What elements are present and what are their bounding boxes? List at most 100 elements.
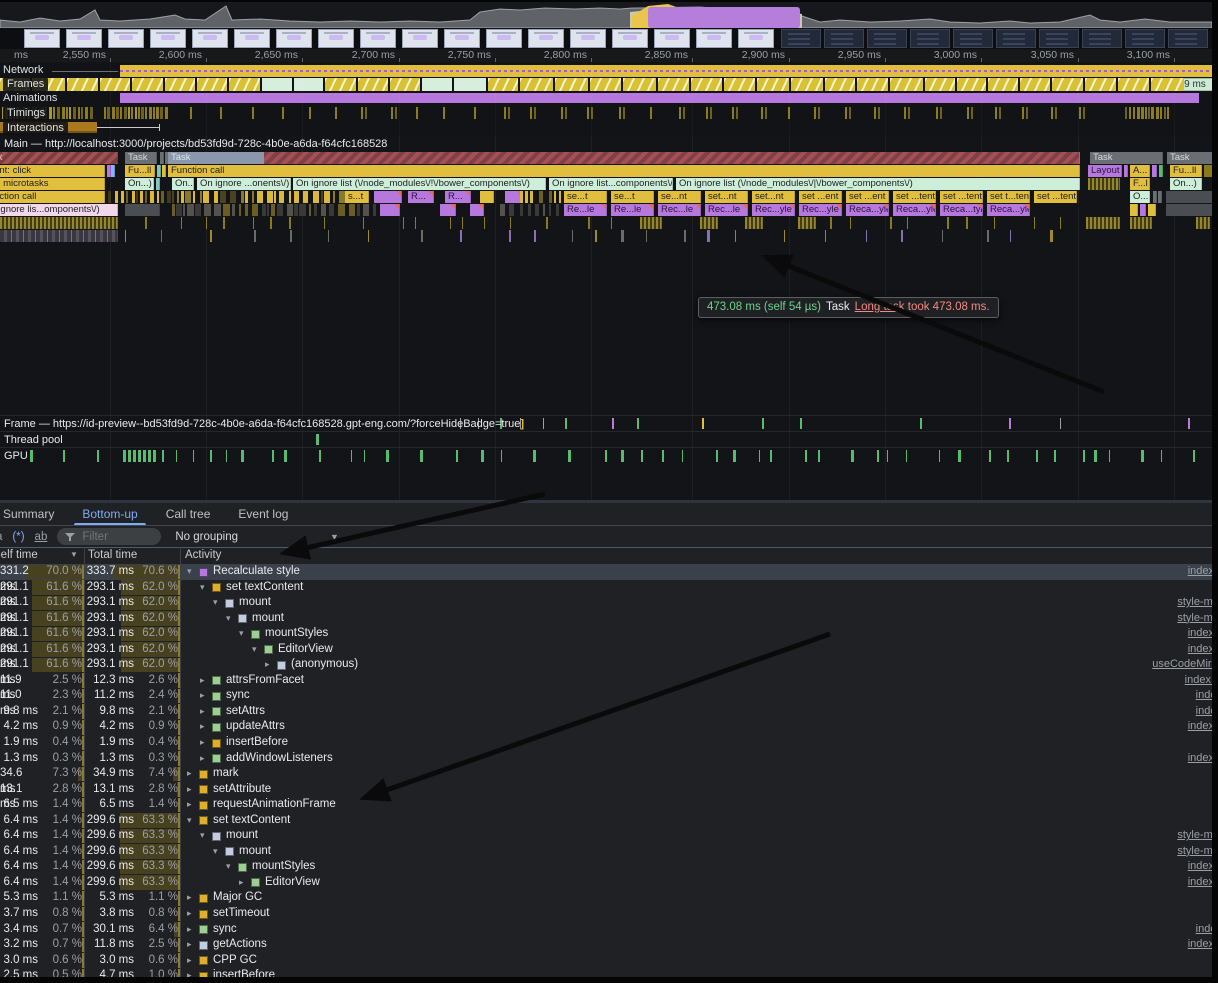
flame-event-set-ent[interactable]: set ...ent [799, 191, 842, 203]
disclosure-triangle-icon[interactable]: ▸ [187, 890, 192, 906]
activity-cell[interactable]: ▸ updateAttrs index.js [181, 719, 1218, 735]
disclosure-triangle-icon[interactable]: ▸ [187, 922, 192, 938]
frame-track-row[interactable]: Frame — https://id-preview--bd53fd9d-728… [0, 415, 1218, 431]
flame-event-r[interactable]: R... [408, 191, 434, 203]
table-row[interactable]: 1.3 ms0.3 % 1.3 ms0.3 % ▸ addWindowListe… [0, 751, 1218, 767]
flame-event-f-l[interactable]: F...l [1130, 178, 1150, 190]
table-row[interactable]: 291.1 ms61.6 % 293.1 ms62.0 % ▾ mount st… [0, 595, 1218, 611]
activity-cell[interactable]: ▾ set textContent [181, 580, 1218, 596]
filmstrip-thumbnail[interactable] [1039, 29, 1079, 48]
flame-event[interactable] [374, 191, 402, 203]
table-row[interactable]: 3.2 ms0.7 % 11.8 ms2.5 % ▸ getActions in… [0, 937, 1218, 953]
frame-tile[interactable] [229, 78, 260, 91]
frame-tile[interactable] [422, 78, 452, 91]
filmstrip-thumbnail[interactable] [612, 29, 648, 48]
disclosure-triangle-icon[interactable]: ▾ [226, 611, 231, 627]
flame-event[interactable] [1088, 178, 1120, 190]
flame-event-re-le[interactable]: Re...le [564, 204, 607, 216]
network-track[interactable]: Network [0, 63, 1218, 77]
frame-tile[interactable] [1118, 78, 1149, 91]
flame-event-reca-yle[interactable]: Reca...yle [846, 204, 889, 216]
frame-tile[interactable] [325, 78, 356, 91]
flame-event-reca-yle[interactable]: Reca...yle [893, 204, 936, 216]
disclosure-triangle-icon[interactable]: ▾ [200, 828, 205, 844]
frame-tile[interactable] [988, 78, 1018, 91]
filmstrip-thumbnail[interactable] [910, 29, 950, 48]
activity-cell[interactable]: ▾ mount style-mod [181, 595, 1218, 611]
timeline-ruler[interactable]: ms 2,550 ms2,600 ms2,650 ms2,700 ms2,750… [0, 49, 1218, 63]
flame-event-rec-le[interactable]: Rec...le [658, 204, 701, 216]
tab-event-log[interactable]: Event log [224, 503, 302, 525]
activity-cell[interactable]: ▾ mountStyles index.js [181, 626, 1218, 642]
filmstrip[interactable] [0, 28, 1218, 49]
activity-cell[interactable]: ▾ set textContent [181, 813, 1218, 829]
activity-cell[interactable]: ▾ mount style-mod [181, 844, 1218, 860]
table-row[interactable]: 6.4 ms1.4 % 299.6 ms63.3 % ▾ mount style… [0, 844, 1218, 860]
table-row[interactable]: 13.1 ms2.8 % 13.1 ms2.8 % ▸ setAttribute [0, 782, 1218, 798]
filmstrip-thumbnail[interactable] [1168, 29, 1208, 48]
filmstrip-thumbnail[interactable] [444, 29, 480, 48]
network-activity-bar[interactable] [120, 65, 1218, 77]
frame-tile[interactable] [757, 78, 789, 91]
column-header-activity[interactable]: Activity [185, 549, 221, 561]
table-row[interactable]: 6.4 ms1.4 % 299.6 ms63.3 % ▸ EditorView … [0, 875, 1218, 891]
column-header-total-time[interactable]: Total time [88, 549, 137, 561]
flame-event-rec-yle[interactable]: Rec...yle [752, 204, 795, 216]
disclosure-triangle-icon[interactable]: ▸ [239, 875, 244, 891]
flame-event-task[interactable]: Task [168, 152, 1080, 164]
tab-summary[interactable]: Summary [0, 503, 68, 525]
filmstrip-thumbnail[interactable] [1082, 29, 1122, 48]
flame-event-r[interactable]: R... [445, 191, 471, 203]
flame-event-fu-ll[interactable]: Fu...ll [1170, 165, 1202, 177]
activity-cell[interactable]: ▸ mark [181, 766, 1218, 782]
frame-tile[interactable] [724, 78, 755, 91]
disclosure-triangle-icon[interactable]: ▸ [200, 751, 205, 767]
frame-tile[interactable] [791, 78, 823, 91]
activity-cell[interactable]: ▸ setAttribute [181, 782, 1218, 798]
frame-tile[interactable] [132, 78, 163, 91]
filmstrip-thumbnail[interactable] [234, 29, 270, 48]
disclosure-triangle-icon[interactable]: ▸ [200, 673, 205, 689]
frame-tile[interactable] [520, 78, 553, 91]
filter-input[interactable] [80, 530, 144, 544]
activity-cell[interactable]: ▸ requestAnimationFrame [181, 797, 1218, 813]
frame-tile[interactable] [358, 78, 388, 91]
activity-cell[interactable]: ▸ sync index. [181, 922, 1218, 938]
flame-event[interactable] [470, 204, 484, 216]
flame-event-reca-yle[interactable]: Reca...yle [987, 204, 1030, 216]
disclosure-triangle-icon[interactable]: ▾ [226, 859, 231, 875]
flame-event-layout[interactable]: Layout [1088, 165, 1122, 177]
activity-cell[interactable]: ▸ EditorView index.js [181, 875, 1218, 891]
flame-event[interactable] [380, 204, 400, 216]
frame-tile[interactable] [488, 78, 518, 91]
table-row[interactable]: 1.9 ms0.4 % 1.9 ms0.4 % ▸ insertBefore [0, 735, 1218, 751]
flame-event[interactable] [1159, 165, 1163, 177]
filmstrip-thumbnail[interactable] [24, 29, 60, 48]
disclosure-triangle-icon[interactable]: ▾ [187, 813, 192, 829]
flame-event-on-ignore-lis-omponents[interactable]: On ignore lis...omponents\/) [0, 204, 118, 216]
disclosure-triangle-icon[interactable]: ▾ [252, 642, 257, 658]
flame-event-re-le[interactable]: Re...le [611, 204, 654, 216]
flame-event-task[interactable]: Task [1167, 152, 1218, 164]
interactions-track[interactable]: Interactions [0, 121, 1218, 135]
filmstrip-thumbnail[interactable] [781, 29, 821, 48]
column-header-self-time[interactable]: Self time [0, 549, 38, 561]
frame-tile[interactable] [658, 78, 689, 91]
flame-event-set-tent[interactable]: set ...tent [893, 191, 936, 203]
filmstrip-thumbnail[interactable] [996, 29, 1036, 48]
table-row[interactable]: 291.1 ms61.6 % 293.1 ms62.0 % ▾ set text… [0, 580, 1218, 596]
filmstrip-thumbnail[interactable] [738, 29, 774, 48]
flame-event-reca-tyle[interactable]: Reca...tyle [940, 204, 983, 216]
flame-event[interactable] [157, 165, 161, 177]
filmstrip-thumbnail[interactable] [276, 29, 312, 48]
disclosure-triangle-icon[interactable]: ▸ [200, 735, 205, 751]
flame-event-se-t[interactable]: se...t [564, 191, 607, 203]
disclosure-triangle-icon[interactable]: ▾ [187, 564, 192, 580]
flame-event-run-microtasks[interactable]: Run microtasks [0, 178, 105, 190]
flame-event-set-ent[interactable]: set ...ent [846, 191, 889, 203]
flame-event[interactable] [156, 178, 160, 190]
flame-event-on-ignore-list-node-modules-bower-components[interactable]: On ignore list (\/node_modules\/|\/bower… [676, 178, 1080, 190]
disclosure-triangle-icon[interactable]: ▸ [265, 657, 270, 673]
filmstrip-thumbnail[interactable] [486, 29, 522, 48]
disclosure-triangle-icon[interactable]: ▸ [200, 704, 205, 720]
